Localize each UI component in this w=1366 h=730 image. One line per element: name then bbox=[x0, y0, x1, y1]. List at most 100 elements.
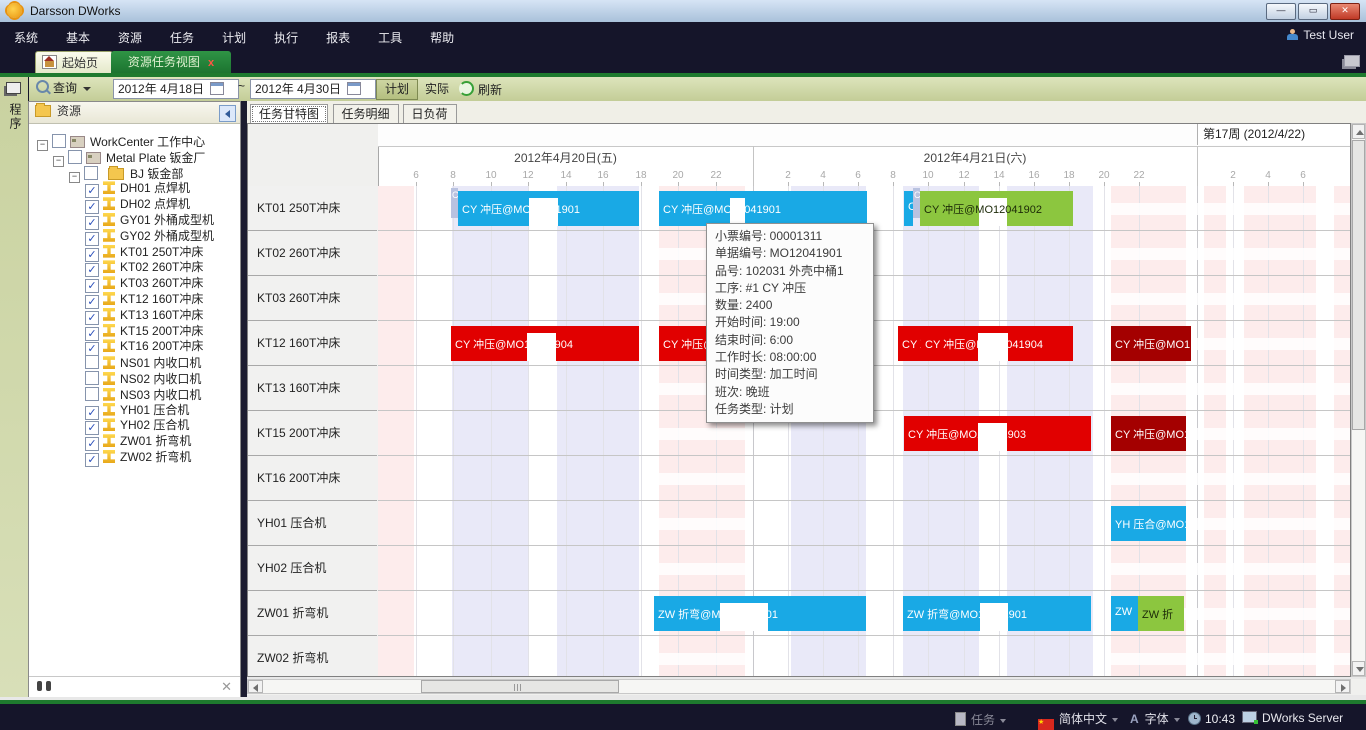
tree-expander-icon[interactable]: − bbox=[53, 156, 64, 167]
panel-collapse-button[interactable] bbox=[219, 105, 236, 122]
horizontal-scrollbar[interactable] bbox=[247, 679, 1351, 694]
tree-item-Metal[interactable]: −Metal Plate 钣金厂 bbox=[53, 148, 205, 164]
tree-item-GY01[interactable]: ✓GY01 外桶成型机 bbox=[85, 211, 214, 227]
scroll-left-button[interactable] bbox=[248, 680, 263, 693]
query-button[interactable]: 查询 bbox=[36, 79, 91, 99]
menu-item-6[interactable]: 报表 bbox=[312, 22, 364, 50]
date-from-field[interactable]: 2012年 4月18日 bbox=[113, 79, 239, 99]
tree-item-WorkCenter[interactable]: −WorkCenter 工作中心 bbox=[37, 132, 205, 148]
close-button[interactable]: ✕ bbox=[1330, 3, 1360, 20]
tree-item-KT12[interactable]: ✓KT12 160T冲床 bbox=[85, 290, 203, 306]
tree-expander-icon[interactable]: − bbox=[37, 140, 48, 151]
task-bar[interactable]: C bbox=[913, 188, 920, 218]
tree-item-YH01[interactable]: ✓YH01 压合机 bbox=[85, 401, 189, 417]
tree-item-KT03[interactable]: ✓KT03 260T冲床 bbox=[85, 274, 203, 290]
scroll-up-button[interactable] bbox=[1352, 124, 1365, 139]
menu-item-7[interactable]: 工具 bbox=[364, 22, 416, 50]
task-bar[interactable]: ZW bbox=[1111, 596, 1138, 631]
tree-item-KT16[interactable]: ✓KT16 200T冲床 bbox=[85, 337, 203, 353]
calendar-icon[interactable] bbox=[210, 82, 224, 95]
tree-item-DH01[interactable]: ✓DH01 点焊机 bbox=[85, 179, 190, 195]
tab-resource-task-view[interactable]: 资源任务视图x bbox=[111, 51, 231, 73]
task-bar[interactable]: CY 冲压@MO12041904 bbox=[921, 326, 1073, 361]
tooltip-line: 结束时间: 6:00 bbox=[715, 332, 865, 349]
tree-checkbox[interactable] bbox=[68, 150, 82, 164]
tab-home-page[interactable]: 起始页 bbox=[35, 51, 113, 74]
menu-item-8[interactable]: 帮助 bbox=[416, 22, 468, 50]
window-list-icon[interactable] bbox=[1344, 55, 1360, 67]
vertical-scrollbar[interactable] bbox=[1351, 123, 1366, 677]
tree-item-KT13[interactable]: ✓KT13 160T冲床 bbox=[85, 306, 203, 322]
font-dropdown-icon[interactable] bbox=[1174, 718, 1180, 722]
task-dropdown-icon[interactable] bbox=[1000, 719, 1006, 723]
user-box[interactable]: Test User bbox=[1287, 28, 1354, 42]
actual-button[interactable]: 实际 bbox=[416, 79, 458, 100]
menu-item-1[interactable]: 基本 bbox=[52, 22, 104, 50]
status-task[interactable]: 任务 bbox=[955, 710, 1006, 728]
refresh-button[interactable]: 刷新 bbox=[459, 79, 502, 99]
task-bar[interactable]: CY 冲 bbox=[898, 326, 921, 361]
tree-item-GY02[interactable]: ✓GY02 外桶成型机 bbox=[85, 227, 214, 243]
tree-item-NS02[interactable]: NS02 内收口机 bbox=[85, 369, 201, 385]
minimize-button[interactable]: — bbox=[1266, 3, 1296, 20]
tree-item-NS01[interactable]: NS01 内收口机 bbox=[85, 353, 201, 369]
tree-item-KT01[interactable]: ✓KT01 250T冲床 bbox=[85, 243, 203, 259]
view-tab-1[interactable]: 任务明细 bbox=[333, 104, 399, 123]
task-bar[interactable]: C bbox=[451, 188, 458, 218]
date-to-field[interactable]: 2012年 4月30日 bbox=[250, 79, 376, 99]
task-bar[interactable]: CY 冲压@MO1 bbox=[1111, 416, 1186, 451]
menu-item-4[interactable]: 计划 bbox=[208, 22, 260, 50]
task-bar[interactable]: CY 冲压@MO12041903 bbox=[904, 416, 1091, 451]
task-bar[interactable]: CY 冲压@MO1 bbox=[1111, 326, 1191, 361]
menu-item-0[interactable]: 系统 bbox=[0, 22, 52, 50]
horizontal-scroll-thumb[interactable] bbox=[421, 680, 619, 693]
status-language[interactable]: ★简体中文 bbox=[1038, 710, 1118, 729]
plan-button[interactable]: 计划 bbox=[376, 79, 418, 100]
view-tab-2[interactable]: 日负荷 bbox=[403, 104, 457, 123]
tree-item-ZW01[interactable]: ✓ZW01 折弯机 bbox=[85, 432, 191, 448]
scroll-right-button[interactable] bbox=[1335, 680, 1350, 693]
vertical-scroll-thumb[interactable] bbox=[1352, 140, 1365, 430]
tree-checkbox[interactable] bbox=[52, 134, 66, 148]
tree-item-DH02[interactable]: ✓DH02 点焊机 bbox=[85, 195, 190, 211]
search-icon bbox=[36, 80, 49, 93]
menu-item-5[interactable]: 执行 bbox=[260, 22, 312, 50]
tree-item-KT02[interactable]: ✓KT02 260T冲床 bbox=[85, 258, 203, 274]
gantt-gridline bbox=[528, 186, 529, 677]
task-bar[interactable]: CY 冲压@MO12041904 bbox=[451, 326, 639, 361]
status-font[interactable]: A字体 bbox=[1130, 710, 1180, 727]
tree-item-BJ[interactable]: −BJ 钣金部 bbox=[69, 164, 183, 180]
task-bar[interactable]: CY 冲压@MO12041902 bbox=[920, 191, 1073, 226]
tree-checkbox[interactable] bbox=[85, 355, 99, 369]
task-bar-label: C bbox=[908, 201, 913, 213]
collapsed-panel-strip[interactable]: 程序 bbox=[0, 77, 29, 697]
tree-item-KT15[interactable]: ✓KT15 200T冲床 bbox=[85, 322, 203, 338]
tree-checkbox[interactable]: ✓ bbox=[85, 453, 99, 467]
scroll-down-button[interactable] bbox=[1352, 661, 1365, 676]
menu-item-2[interactable]: 资源 bbox=[104, 22, 156, 50]
task-bar[interactable]: ZW 折 bbox=[1138, 596, 1184, 631]
task-bar[interactable]: C bbox=[904, 191, 913, 226]
task-bar[interactable]: ZW 折弯@MO12041901 bbox=[654, 596, 866, 631]
gantt-section-separator bbox=[1197, 146, 1198, 186]
task-bar[interactable]: ZW 折弯@MO12041901 bbox=[903, 596, 1091, 631]
tree-item-NS03[interactable]: NS03 内收口机 bbox=[85, 385, 201, 401]
tree-checkbox[interactable] bbox=[84, 166, 98, 180]
tree-item-YH02[interactable]: ✓YH02 压合机 bbox=[85, 416, 189, 432]
view-tab-0[interactable]: 任务甘特图 bbox=[250, 104, 328, 124]
task-bar[interactable]: YH 压合@MO1 bbox=[1111, 506, 1186, 541]
query-dropdown-icon[interactable] bbox=[83, 87, 91, 91]
tree-checkbox[interactable] bbox=[85, 371, 99, 385]
tree-item-ZW02[interactable]: ✓ZW02 折弯机 bbox=[85, 448, 191, 464]
restore-button[interactable]: ▭ bbox=[1298, 3, 1328, 20]
menu-item-3[interactable]: 任务 bbox=[156, 22, 208, 50]
tree-checkbox[interactable] bbox=[85, 387, 99, 401]
clear-icon[interactable]: ✕ bbox=[221, 679, 232, 695]
language-dropdown-icon[interactable] bbox=[1112, 718, 1118, 722]
tab-close-icon[interactable]: x bbox=[208, 57, 214, 69]
task-bar[interactable]: CY 冲压@MO12041901 bbox=[458, 191, 639, 226]
task-bar[interactable]: CY 冲压@MO12041901 bbox=[659, 191, 867, 226]
find-icon[interactable] bbox=[37, 681, 51, 691]
calendar-icon[interactable] bbox=[347, 82, 361, 95]
tree-expander-icon[interactable]: − bbox=[69, 172, 80, 183]
